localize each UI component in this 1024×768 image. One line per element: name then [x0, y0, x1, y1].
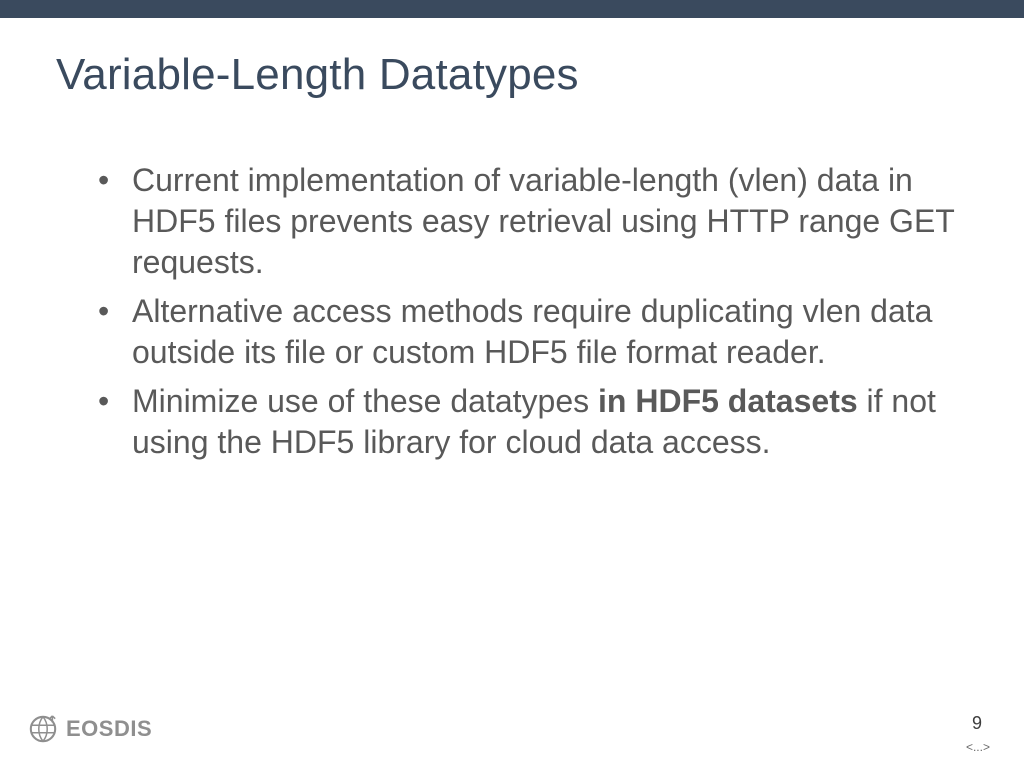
bullet-text: Alternative access methods require dupli… [132, 293, 932, 370]
slide: Variable-Length Datatypes Current implem… [0, 0, 1024, 768]
slide-content: Current implementation of variable-lengt… [90, 160, 964, 471]
ellipsis-tag: <...> [966, 740, 990, 754]
bullet-item: Current implementation of variable-lengt… [90, 160, 964, 283]
page-number: 9 [972, 713, 982, 734]
bullet-text: Minimize use of these datatypes [132, 383, 598, 419]
bullet-text: in HDF5 datasets [598, 383, 858, 419]
globe-icon [28, 714, 58, 744]
top-accent-bar [0, 0, 1024, 18]
bullet-list: Current implementation of variable-lengt… [90, 160, 964, 463]
footer-logo-text: EOSDIS [66, 716, 152, 742]
bullet-text: Current implementation of variable-lengt… [132, 162, 954, 280]
slide-title: Variable-Length Datatypes [56, 50, 579, 100]
footer-logo: EOSDIS [28, 714, 152, 744]
bullet-item: Minimize use of these datatypes in HDF5 … [90, 381, 964, 463]
bullet-item: Alternative access methods require dupli… [90, 291, 964, 373]
